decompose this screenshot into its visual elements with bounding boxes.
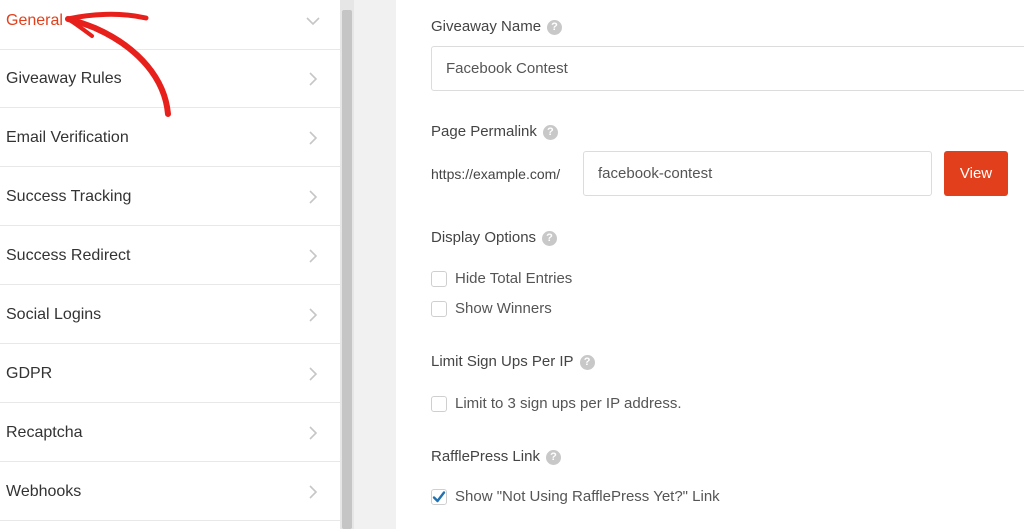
- sidebar-item-giveaway-rules[interactable]: Giveaway Rules: [0, 50, 340, 108]
- chevron-right-icon: [309, 248, 318, 263]
- sidebar-item-general[interactable]: General: [0, 0, 340, 50]
- chevron-down-icon: [306, 16, 320, 25]
- sidebar-item-label: Email Verification: [6, 128, 129, 146]
- chevron-right-icon: [309, 189, 318, 204]
- help-icon[interactable]: ?: [542, 125, 558, 140]
- checkbox-label: Show "Not Using RafflePress Yet?" Link: [455, 488, 720, 505]
- sidebar-item-success-tracking[interactable]: Success Tracking: [0, 168, 340, 226]
- sidebar-item-recaptcha[interactable]: Recaptcha: [0, 404, 340, 462]
- display-options-label: Display Options?: [431, 229, 558, 246]
- scrollbar-thumb[interactable]: [342, 10, 352, 529]
- panel-gap: [354, 0, 396, 529]
- chevron-right-icon: [309, 130, 318, 145]
- chevron-right-icon: [309, 366, 318, 381]
- sidebar-item-label: General: [6, 11, 63, 29]
- chevron-right-icon: [309, 307, 318, 322]
- sidebar-item-label: Webhooks: [6, 482, 82, 500]
- help-icon[interactable]: ?: [545, 450, 561, 465]
- sidebar-item-email-verification[interactable]: Email Verification: [0, 109, 340, 167]
- show-winners-checkbox[interactable]: [431, 301, 447, 317]
- sidebar-item-webhooks[interactable]: Webhooks: [0, 463, 340, 521]
- checkbox-label: Limit to 3 sign ups per IP address.: [455, 395, 682, 412]
- sidebar-item-label: GDPR: [6, 364, 53, 382]
- view-button[interactable]: View: [944, 151, 1008, 196]
- checkbox-label: Show Winners: [455, 300, 552, 317]
- checkbox-label: Hide Total Entries: [455, 270, 573, 287]
- permalink-prefix: https://example.com/: [431, 166, 561, 182]
- sidebar-item-label: Social Logins: [6, 305, 102, 323]
- giveaway-name-label: Giveaway Name?: [431, 18, 563, 35]
- permalink-input[interactable]: facebook-contest: [583, 151, 932, 196]
- help-icon[interactable]: ?: [579, 355, 595, 370]
- sidebar-item-label: Recaptcha: [6, 423, 83, 441]
- sidebar-item-social-logins[interactable]: Social Logins: [0, 286, 340, 344]
- sidebar-item-label: Giveaway Rules: [6, 69, 122, 87]
- page-permalink-label: Page Permalink?: [431, 123, 558, 140]
- help-icon[interactable]: ?: [542, 231, 558, 246]
- rafflepress-link-label: RafflePress Link?: [431, 448, 561, 465]
- general-settings-panel: Giveaway Name? Facebook Contest Page Per…: [396, 0, 1024, 529]
- sidebar-scrollbar[interactable]: [340, 0, 354, 529]
- chevron-right-icon: [309, 425, 318, 440]
- sidebar-item-gdpr[interactable]: GDPR: [0, 345, 340, 403]
- chevron-right-icon: [309, 71, 318, 86]
- rafflepress-link-checkbox[interactable]: [431, 489, 447, 505]
- hide-total-entries-checkbox[interactable]: [431, 271, 447, 287]
- limit-signups-label: Limit Sign Ups Per IP?: [431, 353, 595, 370]
- checkmark-icon: [432, 491, 446, 503]
- giveaway-name-input[interactable]: Facebook Contest: [431, 46, 1024, 91]
- sidebar-item-success-redirect[interactable]: Success Redirect: [0, 227, 340, 285]
- sidebar-item-label: Success Tracking: [6, 187, 132, 205]
- help-icon[interactable]: ?: [547, 20, 563, 35]
- sidebar-item-label: Success Redirect: [6, 246, 131, 264]
- chevron-right-icon: [309, 484, 318, 499]
- settings-sidebar: General Giveaway Rules Email Verificatio…: [0, 0, 340, 529]
- limit-signups-checkbox[interactable]: [431, 396, 447, 412]
